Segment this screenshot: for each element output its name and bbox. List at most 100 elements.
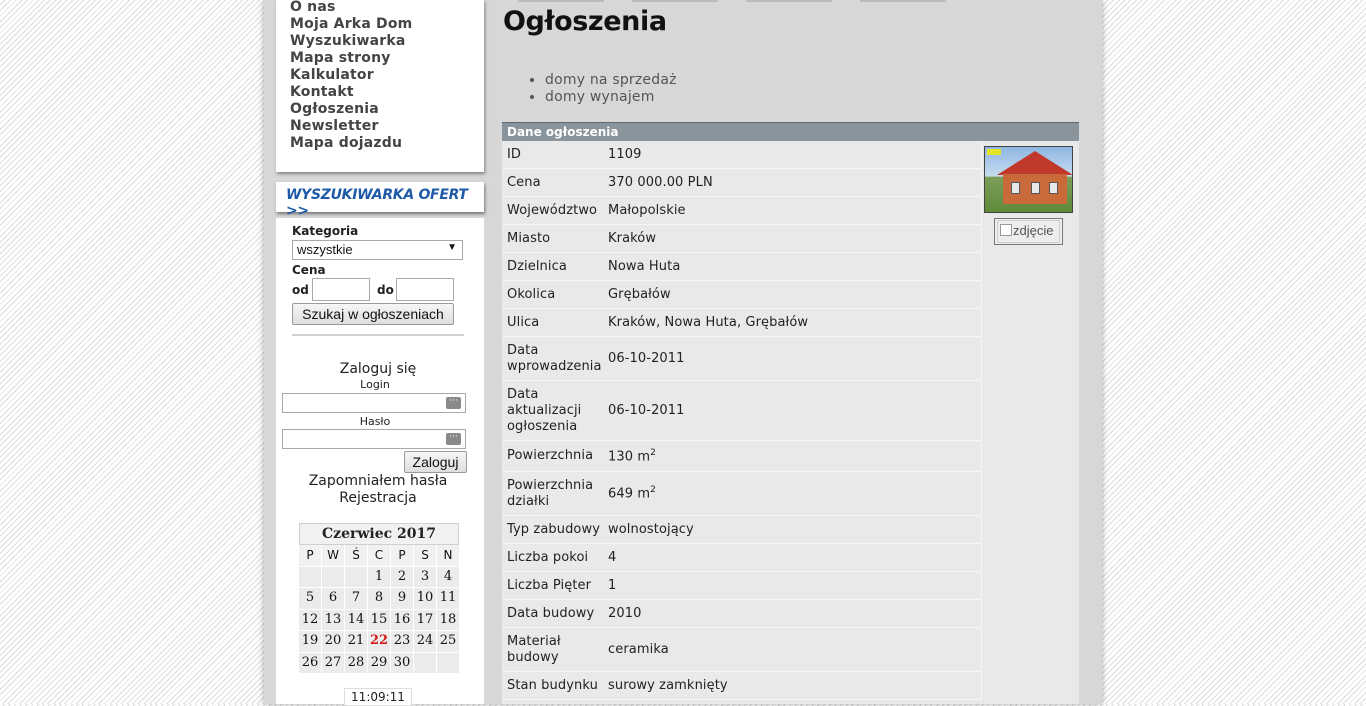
house-thumbnail[interactable] — [984, 146, 1073, 213]
calendar-day[interactable]: 17 — [414, 609, 436, 630]
nav-item-kalkulator[interactable]: Kalkulator — [290, 67, 484, 84]
divider — [292, 334, 464, 336]
detail-value-text: 4 — [608, 550, 617, 565]
password-manager-icon[interactable]: ··· — [446, 433, 461, 445]
calendar-day[interactable]: 11 — [437, 588, 459, 609]
detail-value: Kraków — [605, 231, 656, 246]
calendar-day[interactable]: 23 — [391, 631, 413, 652]
link-houses-for-sale[interactable]: domy na sprzedaż — [545, 72, 677, 89]
password-manager-icon[interactable]: ··· — [446, 397, 461, 409]
calendar-day[interactable]: 29 — [368, 652, 390, 673]
register-link[interactable]: Rejestracja — [276, 490, 480, 506]
sidebar-panel: Kategoria wszystkie ▼ Cena od do Szukaj … — [276, 218, 484, 706]
password-input[interactable]: ··· — [282, 429, 466, 449]
link-houses-for-rent[interactable]: domy wynajem — [545, 89, 677, 106]
detail-value: 649 m2 — [605, 485, 656, 501]
detail-value-text: 1109 — [608, 147, 642, 162]
nav-item-moja-arka-dom[interactable]: Moja Arka Dom — [290, 16, 484, 33]
calendar-day[interactable]: 24 — [414, 631, 436, 652]
calendar-day[interactable]: 8 — [368, 588, 390, 609]
detail-value: 2010 — [605, 606, 641, 621]
calendar-empty-cell — [414, 652, 436, 673]
calendar-weekday: W — [322, 545, 344, 566]
detail-label: Powierzchnia — [507, 448, 594, 463]
calendar-day[interactable]: 3 — [414, 566, 436, 587]
calendar-weekday: S — [414, 545, 436, 566]
calendar-day[interactable]: 22 — [368, 631, 390, 652]
top-tab[interactable] — [746, 0, 832, 2]
calendar-day[interactable]: 26 — [299, 652, 321, 673]
calendar-day[interactable]: 25 — [437, 631, 459, 652]
nav-item-o-nas[interactable]: O nas — [290, 0, 484, 16]
detail-row: Powierzchnia 130 m2 — [502, 441, 982, 472]
detail-value-text: 130 m — [608, 449, 651, 465]
calendar-empty-cell — [299, 566, 321, 587]
calendar-day[interactable]: 27 — [322, 652, 344, 673]
calendar-day[interactable]: 4 — [437, 566, 459, 587]
calendar-day[interactable]: 12 — [299, 609, 321, 630]
calendar-day[interactable]: 1 — [368, 566, 390, 587]
calendar-day[interactable]: 5 — [299, 588, 321, 609]
panel-header: Dane ogłoszenia — [502, 122, 1079, 141]
nav-item-wyszukiwarka[interactable]: Wyszukiwarka — [290, 33, 484, 50]
nav-item-newsletter[interactable]: Newsletter — [290, 118, 484, 135]
price-from-input[interactable] — [312, 278, 370, 301]
detail-row: Data aktualizacji ogłoszenia 06-10-2011 — [502, 381, 982, 441]
calendar-day[interactable]: 15 — [368, 609, 390, 630]
detail-value: surowy zamknięty — [605, 678, 728, 693]
nav-item-mapa-strony[interactable]: Mapa strony — [290, 50, 484, 67]
broken-image-placeholder[interactable]: zdjęcie — [994, 218, 1063, 245]
calendar-day[interactable]: 30 — [391, 652, 413, 673]
detail-label: Okolica — [507, 286, 556, 302]
detail-label: Dzielnica — [507, 258, 567, 274]
calendar-day[interactable]: 18 — [437, 609, 459, 630]
detail-row: Liczba pokoi 4 — [502, 544, 982, 572]
dropdown-arrow-icon: ▼ — [447, 242, 457, 253]
detail-value: ceramika — [605, 642, 669, 657]
search-offers-banner[interactable]: WYSZUKIWARKA OFERT >> — [276, 182, 484, 219]
forgot-password-link[interactable]: Zapomniałem hasła — [276, 473, 480, 489]
calendar-day[interactable]: 10 — [414, 588, 436, 609]
calendar-day[interactable]: 2 — [391, 566, 413, 587]
nav-item-kontakt[interactable]: Kontakt — [290, 84, 484, 101]
calendar-day[interactable]: 19 — [299, 631, 321, 652]
image-alt-text: zdjęcie — [1013, 223, 1054, 238]
detail-row: Materiał budowy ceramika — [502, 628, 982, 672]
detail-row: Okolica Grębałów — [502, 281, 982, 309]
calendar-day[interactable]: 13 — [322, 609, 344, 630]
detail-value-text: Małopolskie — [608, 203, 686, 218]
detail-label: Liczba pokoi — [507, 549, 589, 565]
detail-label: Miasto — [507, 230, 551, 246]
login-input[interactable]: ··· — [282, 393, 466, 413]
calendar-day[interactable]: 9 — [391, 588, 413, 609]
calendar-day[interactable]: 7 — [345, 588, 367, 609]
details-table: ID 1109 Cena 370 000.00 PLN Województwo Małop… — [502, 141, 982, 700]
unit-superscript: 2 — [650, 447, 656, 458]
calendar-day[interactable]: 20 — [322, 631, 344, 652]
detail-value-text: Kraków, Nowa Huta, Grębałów — [608, 315, 809, 330]
detail-value: 06-10-2011 — [605, 403, 685, 418]
calendar-day[interactable]: 16 — [391, 609, 413, 630]
search-listings-button[interactable]: Szukaj w ogłoszeniach — [292, 303, 454, 325]
calendar-day[interactable]: 28 — [345, 652, 367, 673]
top-tab[interactable] — [860, 0, 946, 2]
top-tab[interactable] — [632, 0, 718, 2]
nav-item-ogloszenia[interactable]: Ogłoszenia — [290, 101, 484, 118]
detail-value: 1 — [605, 578, 616, 593]
price-from-label: od — [292, 283, 309, 297]
login-label: Login — [360, 378, 390, 391]
main-content: Ogłoszenia domy na sprzedaż domy wynajem… — [498, 0, 1102, 704]
detail-value-text: Nowa Huta — [608, 259, 681, 274]
category-select[interactable]: wszystkie ▼ — [292, 240, 463, 260]
price-to-input[interactable] — [396, 278, 454, 301]
calendar-day[interactable]: 6 — [322, 588, 344, 609]
detail-label: Liczba Pięter — [507, 577, 592, 593]
top-tab[interactable] — [518, 0, 604, 2]
login-button[interactable]: Zaloguj — [404, 451, 467, 473]
detail-value: 370 000.00 PLN — [605, 175, 713, 190]
nav-item-mapa-dojazdu[interactable]: Mapa dojazdu — [290, 135, 484, 152]
calendar-day[interactable]: 21 — [345, 631, 367, 652]
calendar-weekday: C — [368, 545, 390, 566]
calendar-day[interactable]: 14 — [345, 609, 367, 630]
detail-value-text: 370 000.00 PLN — [608, 175, 713, 190]
